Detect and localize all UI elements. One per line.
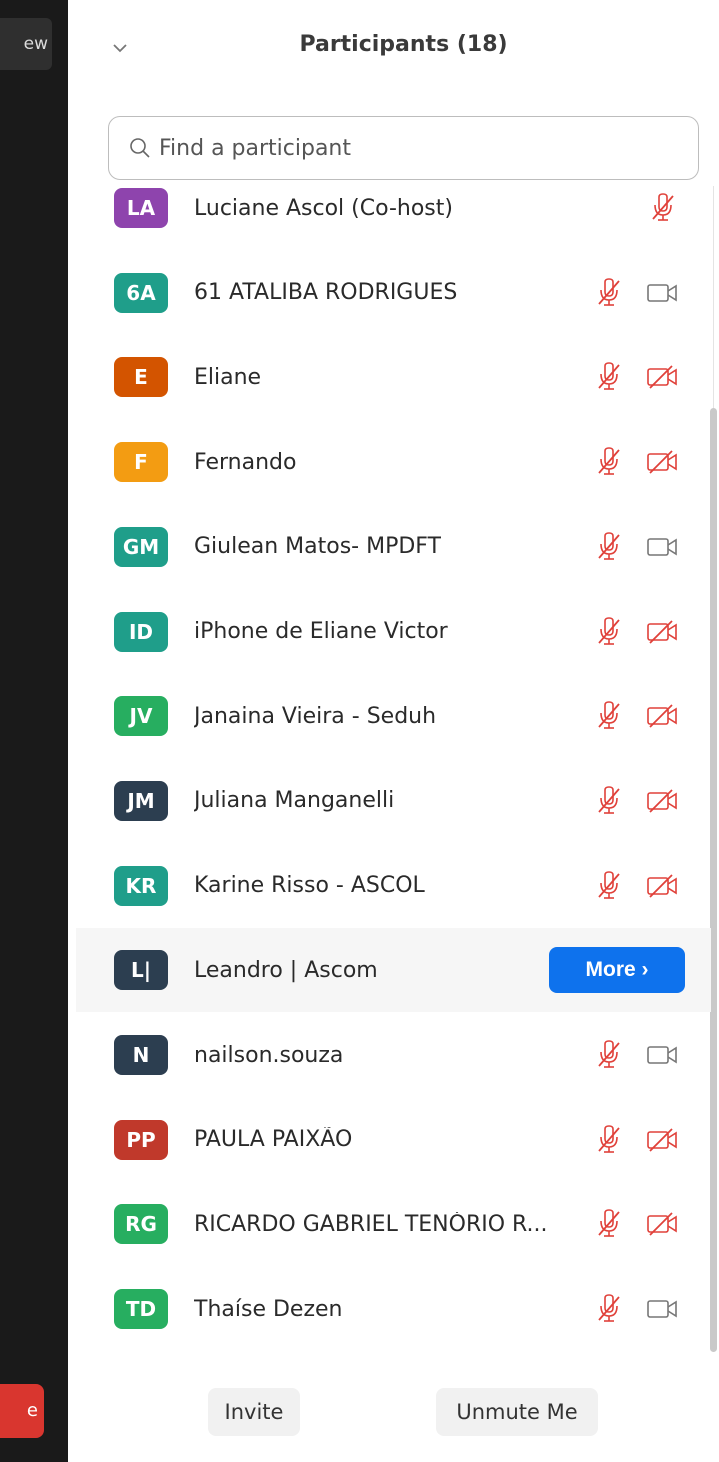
video-off-icon[interactable] [646, 447, 680, 477]
muted-mic-icon[interactable] [592, 447, 626, 477]
meeting-window-edge: ew e [0, 0, 68, 1462]
participant-name: Luciane Ascol (Co-host) [194, 195, 453, 221]
participant-name: 61 ATALIBA RODRIGUES [194, 280, 458, 306]
muted-mic-icon[interactable] [646, 193, 680, 223]
participant-name: Thaíse Dezen [194, 1296, 343, 1322]
participant-name: Fernando [194, 449, 297, 475]
avatar: N [114, 1035, 168, 1075]
avatar: TD [114, 1289, 168, 1330]
view-button[interactable]: ew [0, 18, 52, 70]
participant-row[interactable]: JV Janaina Vieira - Seduh [76, 674, 711, 758]
muted-mic-icon[interactable] [592, 616, 626, 647]
muted-mic-icon[interactable] [592, 701, 626, 731]
muted-mic-icon[interactable] [592, 1040, 626, 1070]
video-off-icon[interactable] [646, 617, 680, 647]
participant-name: Eliane [194, 364, 262, 390]
muted-mic-icon[interactable] [592, 1209, 626, 1239]
participant-row[interactable]: KR Karine Risso - ASCOL [76, 844, 711, 928]
avatar: ID [114, 611, 168, 652]
avatar: JV [114, 696, 168, 737]
avatar: LA [114, 188, 168, 228]
panel-title: Participants (18) [299, 32, 508, 57]
video-camera-icon[interactable] [646, 1294, 680, 1324]
participant-row[interactable]: RG RICARDO GABRIEL TENÓRIO R... [76, 1182, 711, 1266]
participant-row[interactable]: F Fernando [76, 420, 711, 504]
muted-mic-icon[interactable] [592, 362, 626, 392]
video-off-icon[interactable] [646, 786, 680, 816]
participant-name: Leandro | Ascom [194, 957, 378, 983]
avatar: KR [114, 865, 168, 906]
avatar: JM [114, 780, 168, 821]
participant-name: Janaina Vieira - Seduh [194, 703, 437, 729]
muted-mic-icon[interactable] [592, 870, 626, 901]
invite-button[interactable]: Invite [208, 1388, 300, 1436]
video-off-icon[interactable] [646, 871, 680, 901]
participant-name: Juliana Manganelli [194, 788, 395, 814]
panel-header: Participants (18) [68, 0, 719, 100]
avatar: RG [114, 1204, 168, 1245]
video-off-icon[interactable] [646, 362, 680, 392]
participant-name: nailson.souza [194, 1042, 344, 1068]
video-camera-icon[interactable] [646, 278, 680, 308]
avatar: PP [114, 1119, 168, 1160]
participant-row[interactable]: LA Luciane Ascol (Co-host) [76, 166, 711, 250]
scrollbar-track [713, 186, 714, 408]
participant-row[interactable]: 6A 61 ATALIBA RODRIGUES [76, 251, 711, 335]
participant-row[interactable]: L| Leandro | Ascom More › [76, 928, 711, 1013]
muted-mic-icon[interactable] [592, 277, 626, 308]
video-camera-icon[interactable] [646, 532, 680, 562]
video-off-icon[interactable] [646, 701, 680, 731]
unmute-me-button[interactable]: Unmute Me [436, 1388, 598, 1436]
participant-row[interactable]: TD Thaíse Dezen [76, 1267, 711, 1351]
avatar: 6A [114, 272, 168, 313]
participant-name: iPhone de Eliane Victor [194, 619, 448, 644]
muted-mic-icon[interactable] [592, 786, 626, 816]
muted-mic-icon[interactable] [592, 531, 626, 562]
video-off-icon[interactable] [646, 1125, 680, 1155]
muted-mic-icon[interactable] [592, 1124, 626, 1155]
scrollbar-thumb[interactable] [710, 408, 717, 1352]
participant-row[interactable]: PP PAULA PAIXÃO [76, 1098, 711, 1182]
avatar: L| [114, 950, 168, 991]
participant-row[interactable]: Nnailson.souza [76, 1013, 711, 1097]
search-icon [129, 137, 151, 159]
avatar: GM [114, 526, 168, 567]
participant-row[interactable]: E Eliane [76, 335, 711, 419]
participants-panel: Participants (18) LA Luciane Ascol (Co-ho… [68, 0, 719, 1462]
leave-button[interactable]: e [0, 1384, 44, 1438]
search-input[interactable] [157, 134, 681, 162]
participant-name: Karine Risso - ASCOL [194, 873, 425, 899]
avatar: E [114, 357, 168, 398]
participant-row[interactable]: JM Juliana Manganelli [76, 759, 711, 843]
video-camera-icon[interactable] [646, 1040, 680, 1070]
participant-row[interactable]: ID iPhone de Eliane Victor [76, 590, 711, 674]
avatar: F [114, 442, 168, 483]
more-button[interactable]: More › [549, 947, 685, 994]
participant-name: Giulean Matos- MPDFT [194, 534, 442, 560]
participant-name: RICARDO GABRIEL TENÓRIO R... [194, 1211, 548, 1237]
participant-name: PAULA PAIXÃO [194, 1127, 353, 1153]
muted-mic-icon[interactable] [592, 1294, 626, 1324]
video-off-icon[interactable] [646, 1209, 680, 1239]
participant-row[interactable]: GM Giulean Matos- MPDFT [76, 505, 711, 589]
